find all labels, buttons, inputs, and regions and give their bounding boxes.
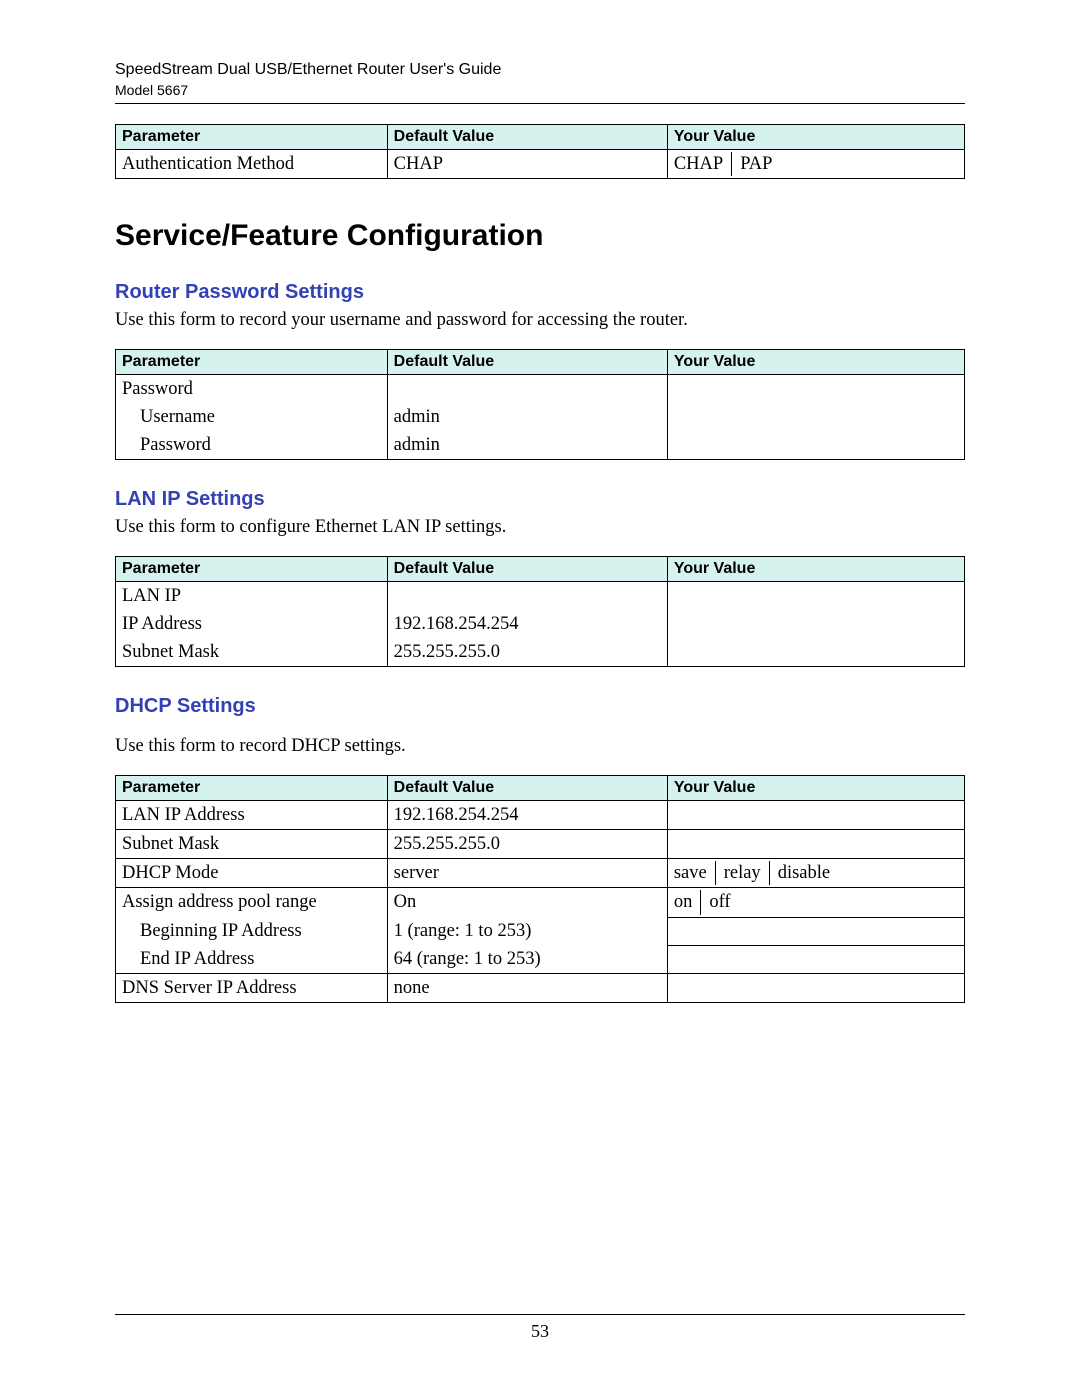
cell-your: [667, 375, 964, 404]
table-row: DNS Server IP Address none: [116, 974, 965, 1003]
page-footer: 53: [115, 1314, 965, 1342]
cell-param: Authentication Method: [116, 149, 388, 178]
col-default: Default Value: [387, 350, 667, 375]
cell-param: LAN IP Address: [116, 801, 388, 830]
cell-default: server: [387, 859, 667, 888]
table-row: LAN IP: [116, 582, 965, 611]
cell-param: DHCP Mode: [116, 859, 388, 888]
col-default: Default Value: [387, 124, 667, 149]
cell-default: admin: [387, 431, 667, 460]
table-row: Password admin: [116, 431, 965, 460]
cell-default: 192.168.254.254: [387, 610, 667, 638]
option-relay: relay: [715, 861, 769, 885]
cell-your: [667, 403, 964, 431]
col-your: Your Value: [667, 776, 964, 801]
cell-param: LAN IP: [116, 582, 388, 611]
cell-param: Password: [116, 431, 388, 460]
auth-table: Parameter Default Value Your Value Authe…: [115, 124, 965, 179]
document-page: SpeedStream Dual USB/Ethernet Router Use…: [0, 0, 1080, 1397]
table-row: Assign address pool range On on off: [116, 888, 965, 917]
cell-your: [667, 917, 964, 945]
router-password-heading: Router Password Settings: [115, 281, 965, 304]
cell-param: Subnet Mask: [116, 638, 388, 667]
table-header-row: Parameter Default Value Your Value: [116, 557, 965, 582]
router-password-table: Parameter Default Value Your Value Passw…: [115, 349, 965, 460]
cell-your: [667, 974, 964, 1003]
page-header: SpeedStream Dual USB/Ethernet Router Use…: [115, 60, 965, 104]
cell-param: Subnet Mask: [116, 830, 388, 859]
cell-your: [667, 801, 964, 830]
cell-default: [387, 582, 667, 611]
table-header-row: Parameter Default Value Your Value: [116, 776, 965, 801]
col-your: Your Value: [667, 557, 964, 582]
cell-your: [667, 638, 964, 667]
table-row: Authentication Method CHAP CHAP PAP: [116, 149, 965, 178]
cell-param: IP Address: [116, 610, 388, 638]
cell-param: Username: [116, 403, 388, 431]
cell-your: [667, 945, 964, 974]
col-your: Your Value: [667, 124, 964, 149]
col-parameter: Parameter: [116, 557, 388, 582]
lan-ip-table: Parameter Default Value Your Value LAN I…: [115, 556, 965, 667]
col-parameter: Parameter: [116, 350, 388, 375]
cell-default: [387, 375, 667, 404]
option-disable: disable: [769, 861, 838, 885]
section-heading: Service/Feature Configuration: [115, 219, 965, 253]
table-row: Subnet Mask 255.255.255.0: [116, 830, 965, 859]
lan-ip-desc: Use this form to configure Ethernet LAN …: [115, 517, 965, 538]
cell-your: CHAP PAP: [667, 149, 964, 178]
table-row: IP Address 192.168.254.254: [116, 610, 965, 638]
table-row: Username admin: [116, 403, 965, 431]
col-your: Your Value: [667, 350, 964, 375]
option-pap: PAP: [731, 152, 780, 176]
page-number: 53: [531, 1321, 549, 1341]
lan-ip-heading: LAN IP Settings: [115, 488, 965, 511]
table-row: Password: [116, 375, 965, 404]
table-row: LAN IP Address 192.168.254.254: [116, 801, 965, 830]
cell-param: DNS Server IP Address: [116, 974, 388, 1003]
cell-default: CHAP: [387, 149, 667, 178]
table-header-row: Parameter Default Value Your Value: [116, 124, 965, 149]
cell-your: [667, 431, 964, 460]
router-password-desc: Use this form to record your username an…: [115, 310, 965, 331]
header-title: SpeedStream Dual USB/Ethernet Router Use…: [115, 60, 965, 81]
cell-default: none: [387, 974, 667, 1003]
col-default: Default Value: [387, 557, 667, 582]
col-parameter: Parameter: [116, 776, 388, 801]
option-save: save: [674, 861, 715, 885]
header-model: Model 5667: [115, 81, 965, 99]
dhcp-desc: Use this form to record DHCP settings.: [115, 736, 965, 757]
cell-your: [667, 610, 964, 638]
option-chap: CHAP: [674, 152, 731, 176]
table-row: DHCP Mode server save relay disable: [116, 859, 965, 888]
cell-default: admin: [387, 403, 667, 431]
cell-param: Assign address pool range: [116, 888, 388, 917]
cell-your: [667, 582, 964, 611]
dhcp-heading: DHCP Settings: [115, 695, 965, 718]
cell-your: on off: [667, 888, 964, 917]
cell-default: 64 (range: 1 to 253): [387, 945, 667, 974]
option-off: off: [700, 890, 738, 914]
dhcp-table: Parameter Default Value Your Value LAN I…: [115, 775, 965, 1003]
option-on: on: [674, 890, 701, 914]
cell-default: 255.255.255.0: [387, 830, 667, 859]
col-default: Default Value: [387, 776, 667, 801]
cell-param: Beginning IP Address: [116, 917, 388, 945]
col-parameter: Parameter: [116, 124, 388, 149]
table-row: End IP Address 64 (range: 1 to 253): [116, 945, 965, 974]
cell-default: 255.255.255.0: [387, 638, 667, 667]
table-header-row: Parameter Default Value Your Value: [116, 350, 965, 375]
cell-your: [667, 830, 964, 859]
cell-param: Password: [116, 375, 388, 404]
cell-default: 192.168.254.254: [387, 801, 667, 830]
table-row: Subnet Mask 255.255.255.0: [116, 638, 965, 667]
cell-default: 1 (range: 1 to 253): [387, 917, 667, 945]
cell-your: save relay disable: [667, 859, 964, 888]
table-row: Beginning IP Address 1 (range: 1 to 253): [116, 917, 965, 945]
cell-param: End IP Address: [116, 945, 388, 974]
cell-default: On: [387, 888, 667, 917]
